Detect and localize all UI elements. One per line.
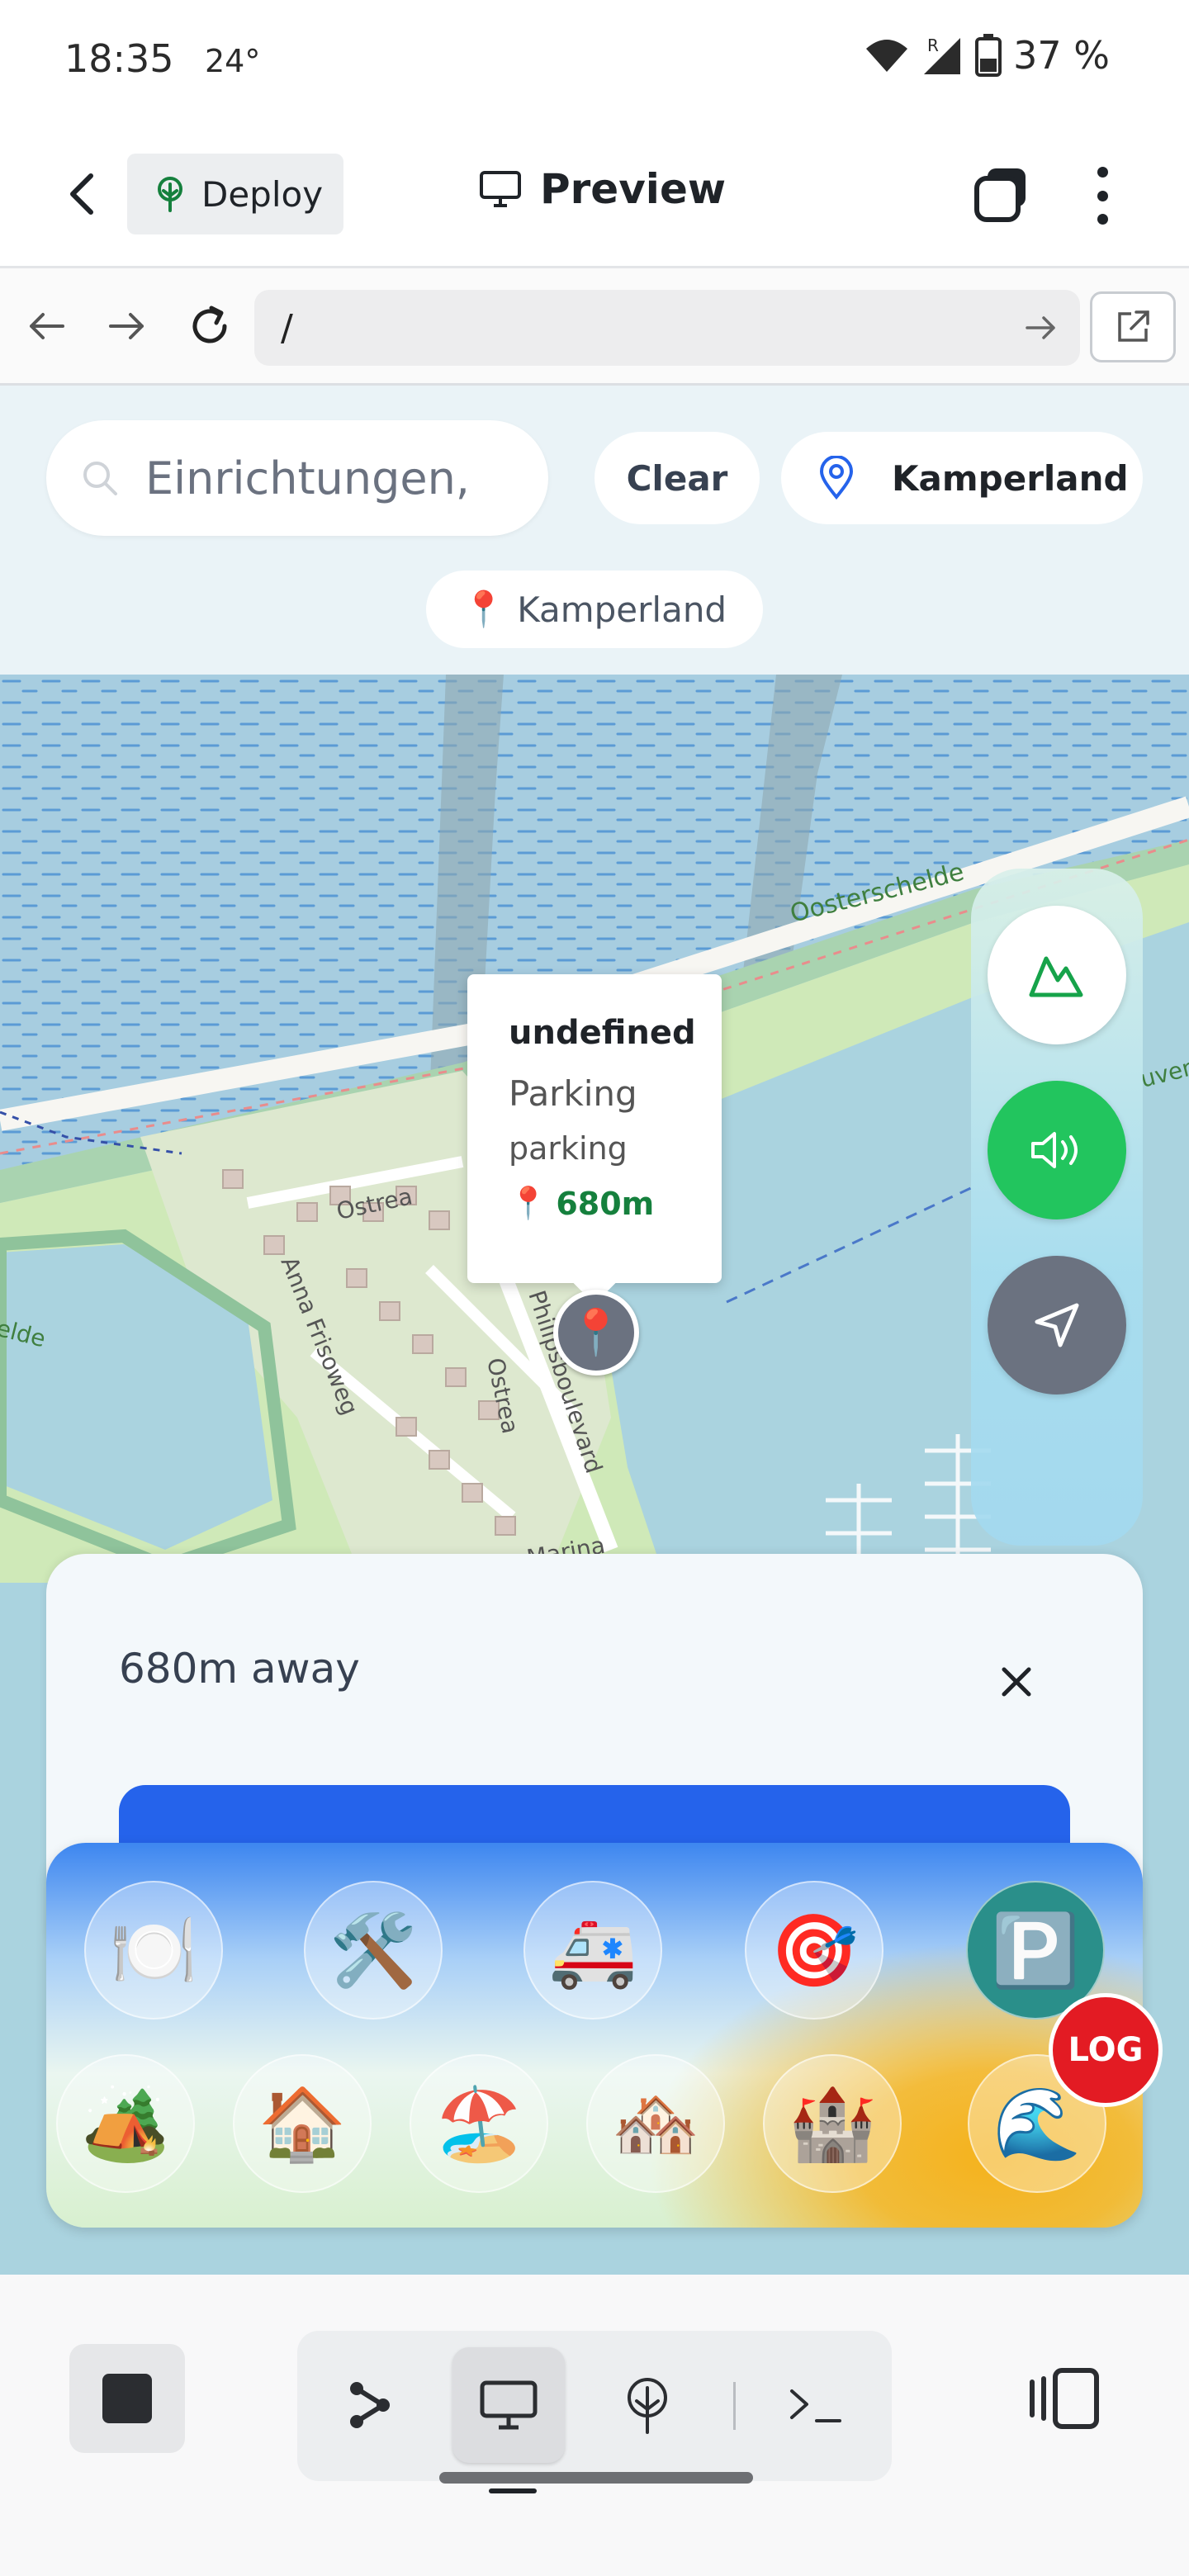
location-pin-icon — [819, 456, 854, 500]
more-menu-button[interactable] — [1090, 167, 1115, 225]
category-medical[interactable]: 🚑 — [523, 1881, 662, 2020]
category-house[interactable]: 🏠 — [233, 2054, 372, 2193]
search-icon — [83, 462, 117, 495]
popup-subtype: parking — [509, 1130, 628, 1167]
agent-view-tab[interactable] — [314, 2347, 426, 2463]
category-palette: 🍽️ 🛠️ 🚑 🎯 🅿️ 🏕️ 🏠 🏖️ 🏘️ 🏰 🌊 — [46, 1843, 1143, 2228]
deploy-tree-icon — [158, 177, 182, 212]
popup-type: Parking — [509, 1073, 637, 1114]
poi-popup: undefined Parking parking 📍 680m — [467, 974, 722, 1305]
sheet-distance: 680m away — [119, 1645, 360, 1693]
bottom-toolbar — [0, 2275, 1189, 2576]
map-marker[interactable]: 📍 — [553, 1290, 639, 1376]
terrain-button[interactable] — [988, 906, 1126, 1044]
branch-icon — [350, 2382, 390, 2428]
signal-icon: R — [924, 36, 961, 74]
close-icon[interactable] — [996, 1661, 1037, 1702]
terminal-view-tab[interactable] — [760, 2347, 872, 2463]
popup-distance-value: 680m — [556, 1185, 655, 1222]
location-button[interactable]: Kamperland — [781, 432, 1143, 524]
app-header: Deploy Preview — [0, 124, 1189, 268]
deploy-label: Deploy — [201, 173, 324, 215]
search-panel: Clear Kamperland 📍 Kamperland — [0, 386, 1189, 675]
preview-view-tab[interactable] — [452, 2347, 565, 2463]
wifi-icon — [866, 40, 908, 72]
category-camping[interactable]: 🏕️ — [56, 2054, 195, 2193]
category-village[interactable]: 🏘️ — [586, 2054, 725, 2193]
open-external-button[interactable] — [1090, 291, 1176, 362]
location-button-label: Kamperland — [892, 457, 1129, 499]
mountain-icon — [1029, 956, 1083, 997]
preview-title: Preview — [479, 165, 726, 213]
category-restaurant[interactable]: 🍽️ — [84, 1881, 223, 2020]
status-bar: 18:35 24° R 37 % — [0, 0, 1189, 124]
preview-label: Preview — [540, 165, 727, 213]
browser-back-icon[interactable] — [21, 301, 71, 351]
sound-button[interactable] — [988, 1081, 1126, 1219]
web-content: Clear Kamperland 📍 Kamperland — [0, 386, 1189, 2275]
clear-button[interactable]: Clear — [594, 432, 760, 524]
search-field[interactable] — [46, 420, 548, 536]
tabs-icon[interactable] — [973, 165, 1030, 223]
popup-distance: 📍 680m — [509, 1185, 722, 1222]
deploy-button[interactable]: Deploy — [127, 154, 343, 234]
svg-text:R: R — [927, 36, 939, 55]
separator — [733, 2382, 736, 2430]
speaker-icon — [1031, 1132, 1078, 1168]
browser-forward-icon[interactable] — [102, 301, 152, 351]
location-chip[interactable]: 📍 Kamperland — [426, 571, 763, 648]
browser-toolbar: / — [0, 268, 1189, 386]
locate-button[interactable] — [988, 1256, 1126, 1395]
battery-percent: 37 % — [1013, 33, 1110, 78]
go-arrow-icon[interactable] — [1021, 308, 1060, 348]
category-castle[interactable]: 🏰 — [763, 2054, 902, 2193]
terminal-icon — [790, 2389, 841, 2422]
stop-icon — [102, 2374, 152, 2423]
pushpin-icon: 📍 — [509, 1185, 548, 1221]
category-activities[interactable]: 🎯 — [745, 1881, 883, 2020]
view-switcher — [297, 2331, 892, 2481]
url-bar[interactable]: / — [254, 290, 1080, 366]
monitor-icon — [480, 171, 521, 207]
status-time: 18:35 — [64, 36, 174, 81]
deploy-view-tab[interactable] — [591, 2347, 703, 2463]
deploy-tree-icon — [628, 2378, 667, 2434]
battery-icon — [975, 34, 1002, 77]
popup-title: undefined — [509, 1014, 696, 1052]
gesture-hint — [489, 2488, 537, 2493]
category-beach[interactable]: 🏖️ — [410, 2054, 548, 2193]
stop-button[interactable] — [69, 2344, 185, 2453]
home-indicator[interactable] — [439, 2472, 753, 2484]
navigation-arrow-icon — [1035, 1303, 1079, 1347]
reload-icon[interactable] — [185, 301, 234, 351]
url-text: / — [281, 306, 293, 349]
status-indicators: R 37 % — [865, 33, 1110, 78]
location-chip-label: Kamperland — [517, 589, 727, 630]
pushpin-icon: 📍 — [462, 589, 506, 629]
search-input[interactable] — [145, 452, 492, 504]
monitor-icon — [480, 2380, 538, 2430]
status-temperature: 24° — [205, 43, 261, 79]
category-tools[interactable]: 🛠️ — [304, 1881, 443, 2020]
panel-toggle-icon[interactable] — [1022, 2357, 1105, 2440]
external-link-icon — [1118, 310, 1149, 342]
log-button[interactable]: LOG — [1049, 1993, 1163, 2107]
back-arrow-icon[interactable] — [58, 169, 107, 219]
